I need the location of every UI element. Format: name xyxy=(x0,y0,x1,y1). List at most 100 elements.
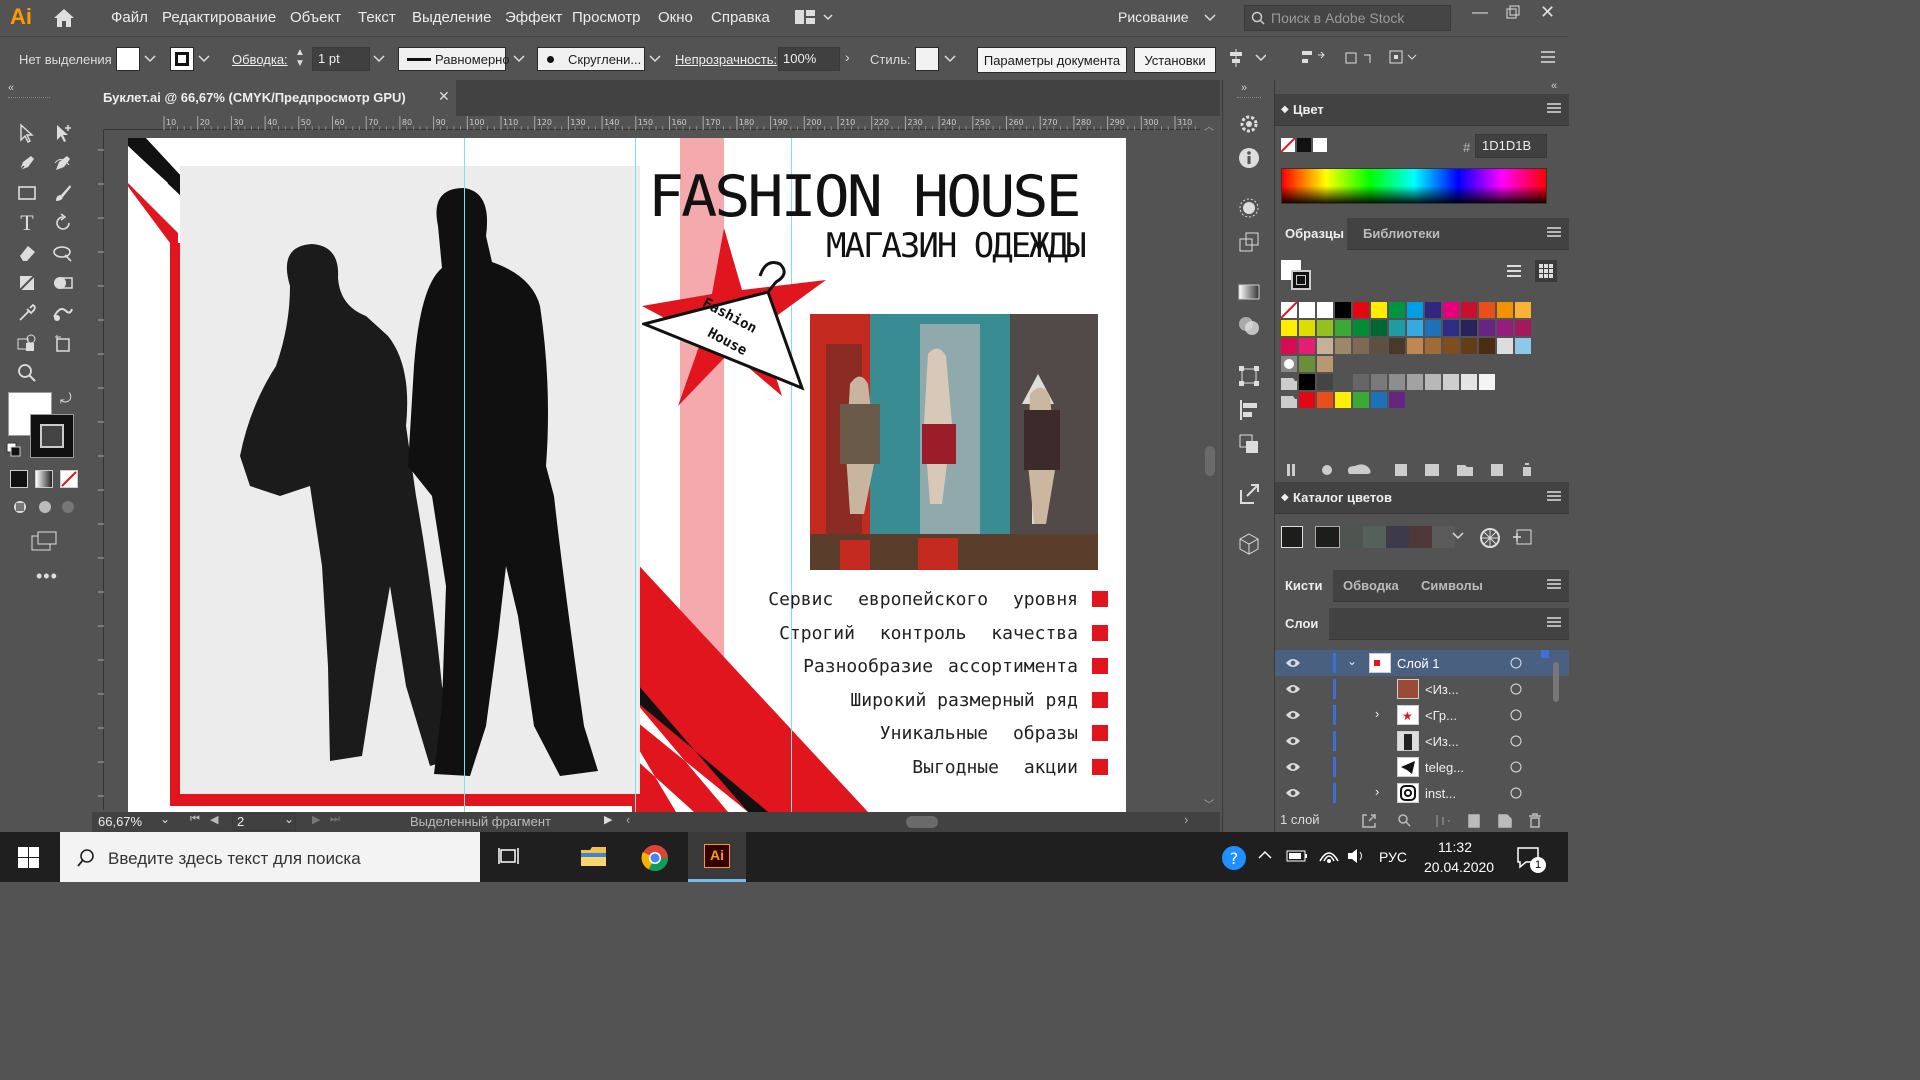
export-icon[interactable] xyxy=(1237,482,1261,509)
last-artboard-icon[interactable]: ⏭ xyxy=(330,813,340,826)
libraries-3d-icon[interactable] xyxy=(1237,532,1261,559)
expand-layer-icon[interactable]: › xyxy=(1375,706,1379,721)
scroll-left-arrow[interactable]: ‹ xyxy=(626,812,630,827)
eye-icon[interactable] xyxy=(1285,683,1301,698)
width-tool-icon[interactable] xyxy=(50,240,76,266)
chevron-down-icon[interactable] xyxy=(1204,10,1216,27)
default-fill-stroke-icon[interactable] xyxy=(6,442,22,461)
feature-item[interactable]: Выгодные акции xyxy=(912,754,1108,780)
arrange-docs-icon[interactable] xyxy=(795,10,835,29)
preferences-button[interactable]: Установки xyxy=(1134,47,1216,73)
target-circle-icon[interactable] xyxy=(1509,682,1523,699)
chevron-right-icon[interactable]: › xyxy=(845,49,850,65)
menu-object[interactable]: Объект xyxy=(290,9,341,26)
close-window-button[interactable]: ✕ xyxy=(1540,2,1555,23)
dock-grip[interactable] xyxy=(1237,97,1261,98)
clock-time[interactable]: 11:32 xyxy=(1438,839,1472,855)
brush-definition[interactable]: Скруглени... xyxy=(537,47,645,71)
transform-icon[interactable] xyxy=(1344,49,1374,70)
stroke-color-box[interactable] xyxy=(30,414,74,458)
menu-lines-icon[interactable] xyxy=(1540,49,1556,68)
minimize-window-button[interactable]: — xyxy=(1472,4,1488,22)
list-view-icon[interactable] xyxy=(1505,262,1523,283)
transform-panel-icon[interactable] xyxy=(1237,230,1261,257)
align-panel-icon[interactable] xyxy=(1237,398,1261,425)
chevron-up-icon[interactable] xyxy=(1258,849,1272,864)
stroke-label[interactable]: Обводка: xyxy=(232,52,288,67)
zoom-tool-icon[interactable] xyxy=(14,360,40,386)
opacity-input[interactable]: 100% xyxy=(778,47,840,71)
stroke-stepper-icon[interactable]: ▲ ▼ xyxy=(295,47,305,69)
clock-date[interactable]: 20.04.2020 xyxy=(1424,859,1494,875)
target-circle-icon[interactable] xyxy=(1509,656,1523,673)
harmony-dropdown-icon[interactable] xyxy=(1451,528,1465,545)
symbol-sprayer-tool-icon[interactable] xyxy=(14,330,40,356)
fill-swatch[interactable] xyxy=(116,47,140,71)
curvature-tool-icon[interactable] xyxy=(50,150,76,176)
brush-dropdown-icon[interactable] xyxy=(648,51,662,68)
style-dropdown-icon[interactable] xyxy=(943,51,957,68)
rectangle-tool-icon[interactable] xyxy=(14,180,40,206)
feature-item[interactable]: Уникальные образы xyxy=(880,720,1108,746)
graphic-style-swatch[interactable] xyxy=(915,47,939,71)
direct-selection-tool-icon[interactable] xyxy=(50,120,76,146)
layer-name[interactable]: <Из... xyxy=(1425,682,1459,697)
pathfinder-panel-icon[interactable] xyxy=(1237,432,1261,459)
collapse-panels-icon[interactable]: « xyxy=(1551,80,1557,92)
expand-layer-icon[interactable]: ⌄ xyxy=(1347,654,1357,668)
panel-menu-icon[interactable] xyxy=(1547,102,1561,117)
panel-collapse-icon[interactable]: ◆ xyxy=(1281,492,1289,503)
feature-item[interactable]: Разнообразие ассортимента xyxy=(803,653,1108,679)
swap-fill-stroke-icon[interactable]: ⤾ xyxy=(60,390,72,407)
layer-name[interactable]: teleg... xyxy=(1425,760,1464,775)
layers-scrollbar[interactable] xyxy=(1551,654,1561,804)
artboard-dropdown-icon[interactable]: ⌄ xyxy=(284,812,294,826)
feature-item[interactable]: Сервис европейского уровня xyxy=(768,586,1108,612)
next-artboard-icon[interactable]: ▶ xyxy=(312,813,320,826)
color-spectrum[interactable] xyxy=(1281,168,1547,204)
layer-row[interactable]: › inst... xyxy=(1275,780,1569,806)
white-color-swatch[interactable] xyxy=(1313,138,1327,152)
panel-menu-icon[interactable] xyxy=(1547,226,1561,241)
tab-swatches[interactable]: Образцы xyxy=(1275,218,1347,250)
target-circle-icon[interactable] xyxy=(1509,760,1523,777)
layer-name[interactable]: <Гр... xyxy=(1425,708,1457,723)
isolate-icon[interactable] xyxy=(1388,49,1418,70)
color-wheel-icon[interactable] xyxy=(1479,527,1501,552)
base-color-swatch[interactable] xyxy=(1281,526,1303,548)
eyedropper-tool-icon[interactable] xyxy=(14,300,40,326)
zoom-level[interactable]: 66,67% xyxy=(98,814,142,829)
eye-icon[interactable] xyxy=(1285,787,1301,802)
status-menu-icon[interactable]: ▶ xyxy=(604,813,612,826)
appearance-sun-icon[interactable] xyxy=(1237,196,1261,223)
target-circle-icon[interactable] xyxy=(1509,786,1523,803)
canvas-vertical-scrollbar[interactable]: ︿ ﹀ xyxy=(1200,116,1220,812)
notifications-icon[interactable]: 1 xyxy=(1516,845,1546,874)
fill-dropdown-icon[interactable] xyxy=(143,51,157,68)
guide-line[interactable] xyxy=(635,138,636,812)
eye-icon[interactable] xyxy=(1285,657,1301,672)
restore-window-button[interactable] xyxy=(1505,4,1521,23)
menu-select[interactable]: Выделение xyxy=(412,9,491,26)
draw-normal-icon[interactable] xyxy=(10,498,80,519)
scroll-up-arrow[interactable]: ︿ xyxy=(1204,118,1214,133)
tab-layers[interactable]: Слои xyxy=(1275,608,1329,640)
none-mode-icon[interactable] xyxy=(60,470,78,488)
volume-icon[interactable] xyxy=(1346,847,1366,868)
scroll-thumb[interactable] xyxy=(1205,446,1215,476)
eye-icon[interactable] xyxy=(1285,709,1301,724)
taskbar-search-box[interactable]: Введите здесь текст для поиска xyxy=(60,832,480,882)
guide-line[interactable] xyxy=(464,138,465,812)
horizontal-scroll-thumb[interactable] xyxy=(906,816,938,828)
prev-artboard-icon[interactable]: ◀ xyxy=(210,813,218,826)
windows-start-icon[interactable] xyxy=(18,847,40,872)
harmony-colors[interactable] xyxy=(1315,526,1455,548)
document-setup-button[interactable]: Параметры документа xyxy=(977,47,1127,73)
feature-item[interactable]: Широкий размерный ряд xyxy=(850,687,1108,713)
collapse-dock-icon[interactable]: » xyxy=(1241,82,1247,94)
stroke-dropdown-icon[interactable] xyxy=(197,51,211,68)
tab-symbols[interactable]: Символы xyxy=(1413,570,1493,602)
type-tool-icon[interactable]: T xyxy=(14,210,40,236)
first-artboard-icon[interactable]: ⏮ xyxy=(190,813,200,826)
color-panel-header[interactable]: ◆ Цвет xyxy=(1275,94,1569,126)
